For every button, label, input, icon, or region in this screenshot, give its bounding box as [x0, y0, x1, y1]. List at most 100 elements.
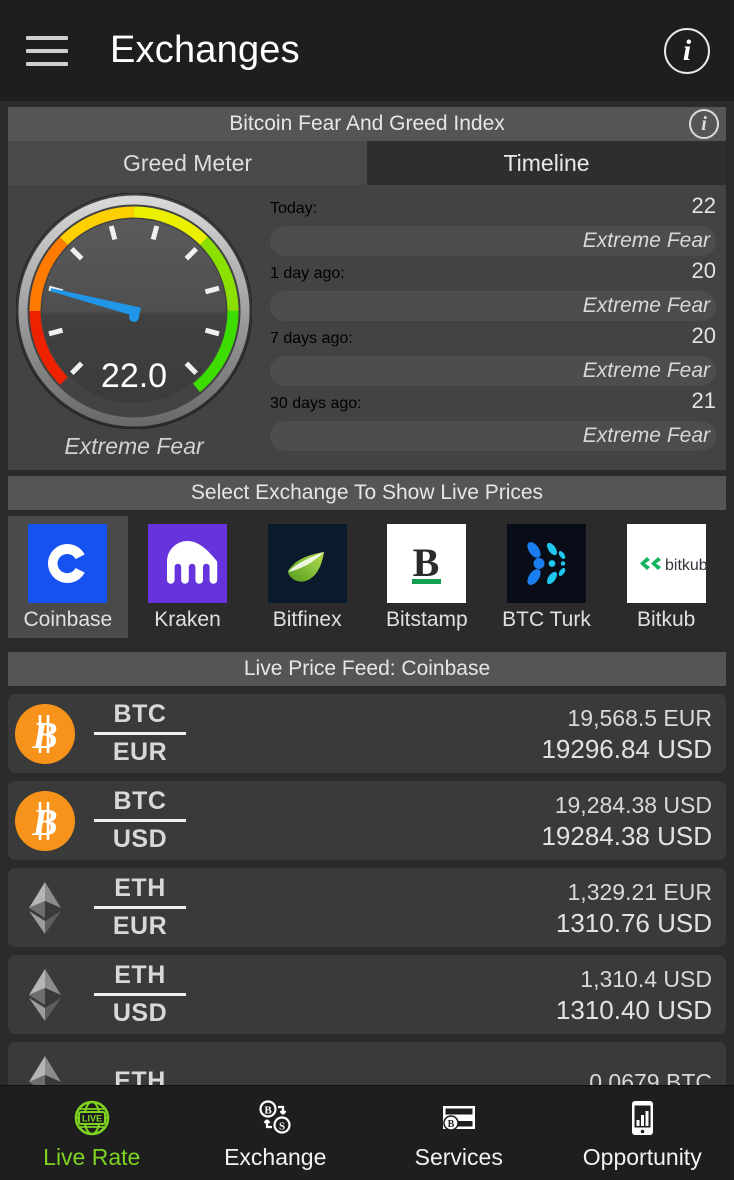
timeline-entry: 1 day ago: 20 Extreme Fear [270, 258, 716, 321]
trading-pair: BTC USD [94, 787, 186, 854]
exchange-name: Bitfinex [272, 608, 342, 631]
app-root: Exchanges i Bitcoin Fear And Greed Index… [0, 0, 734, 1180]
trading-pair: ETH EUR [94, 874, 186, 941]
page-title: Exchanges [110, 29, 300, 71]
timeline-classification: Extreme Fear [270, 291, 716, 321]
exchange-item-coinbase[interactable]: Coinbase [8, 516, 128, 638]
price-values: 19,284.38 USD 19284.38 USD [541, 790, 712, 852]
info-icon[interactable]: i [664, 27, 710, 74]
fear-greed-title: Bitcoin Fear And Greed Index [229, 112, 505, 135]
bitfinex-logo [267, 524, 347, 603]
price-feed-header: Live Price Feed: Coinbase [8, 652, 726, 686]
timeline-entry: 7 days ago: 20 Extreme Fear [270, 323, 716, 386]
price-primary: 19,568.5 EUR [567, 704, 712, 731]
price-secondary: 19284.38 USD [541, 820, 712, 851]
timeline-label: 30 days ago: [270, 395, 362, 412]
bitcoin-icon: B [14, 703, 76, 765]
timeline-classification: Extreme Fear [270, 226, 716, 256]
pair-base: ETH [114, 874, 166, 902]
pair-divider [94, 819, 186, 822]
coinbase-logo [28, 524, 108, 603]
price-values: 19,568.5 EUR 19296.84 USD [541, 703, 712, 765]
svg-text:S: S [279, 1120, 285, 1132]
timeline-label: Today: [270, 200, 318, 217]
exchange-item-bitfinex[interactable]: Bitfinex [247, 516, 367, 638]
price-feed-title: Live Price Feed: Coinbase [243, 657, 491, 680]
exchange-selector-header: Select Exchange To Show Live Prices [8, 476, 726, 510]
exchange-selector-list: Coinbase Kraken Bitfinex B Bitstamp BTC … [0, 510, 734, 646]
svg-text:bitkub: bitkub [665, 557, 706, 574]
svg-text:B: B [31, 715, 57, 757]
trading-pair: BTC EUR [94, 700, 186, 767]
timeline-value: 20 [691, 323, 716, 348]
pair-base: ETH [114, 1067, 166, 1085]
bottom-navigation: LIVE Live Rate B S Exchange B Services O… [0, 1085, 734, 1180]
coin-swap-icon: B S [253, 1096, 297, 1140]
hamburger-menu-icon[interactable] [26, 35, 68, 66]
fear-greed-info-glyph: i [701, 112, 707, 135]
nav-item-exchange[interactable]: B S Exchange [184, 1096, 368, 1171]
fear-greed-info-icon-wrap[interactable]: i [689, 109, 719, 139]
timeline-entry: 30 days ago: 21 Extreme Fear [270, 388, 716, 451]
timeline-classification: Extreme Fear [270, 421, 716, 451]
tab-timeline[interactable]: Timeline [367, 141, 726, 185]
fear-greed-card: Greed Meter Timeline 22.0 Extreme Fear T… [8, 141, 726, 470]
timeline-value: 21 [691, 388, 716, 413]
phone-chart-icon [620, 1096, 664, 1140]
pair-divider [94, 732, 186, 735]
svg-text:B: B [447, 1119, 454, 1130]
exchange-name: Bitkub [637, 608, 696, 631]
exchange-name: BTC Turk [502, 608, 591, 631]
bitkub-logo: bitkub [626, 524, 706, 603]
pair-divider [94, 993, 186, 996]
nav-label: Live Rate [43, 1143, 141, 1170]
btcturk-logo [507, 524, 587, 603]
timeline-entry: Today: 22 Extreme Fear [270, 193, 716, 256]
tab-greed-meter[interactable]: Greed Meter [8, 141, 367, 185]
pair-base: ETH [114, 961, 166, 989]
price-row[interactable]: ETH USD 1,310.4 USD 1310.40 USD [8, 955, 726, 1034]
exchange-name: Kraken [154, 608, 221, 631]
bitcoin-card-icon: B [437, 1096, 481, 1140]
price-row[interactable]: ETH EUR 1,329.21 EUR 1310.76 USD [8, 868, 726, 947]
price-row[interactable]: ETH 0.0679 BTC [8, 1042, 726, 1085]
fear-greed-header: Bitcoin Fear And Greed Index i [8, 107, 726, 141]
pair-base: BTC [113, 700, 167, 728]
svg-text:B: B [265, 1104, 273, 1116]
timeline-label: 7 days ago: [270, 330, 353, 347]
price-row[interactable]: B BTC EUR 19,568.5 EUR 19296.84 USD [8, 694, 726, 773]
timeline-label: 1 day ago: [270, 265, 345, 282]
exchange-item-bitkub[interactable]: bitkub Bitkub [606, 516, 726, 638]
bitcoin-icon: B [14, 790, 76, 852]
nav-label: Opportunity [582, 1143, 702, 1170]
exchange-item-btcturk[interactable]: BTC Turk [487, 516, 607, 638]
pair-quote: USD [112, 825, 168, 853]
nav-item-services[interactable]: B Services [367, 1096, 551, 1171]
price-row[interactable]: B BTC USD 19,284.38 USD 19284.38 USD [8, 781, 726, 860]
price-primary: 0.0679 BTC [589, 1068, 712, 1086]
ethereum-icon [14, 964, 76, 1026]
bitstamp-logo: B [387, 524, 467, 603]
timeline-value: 22 [691, 193, 716, 218]
pair-quote: EUR [112, 738, 168, 766]
svg-text:B: B [413, 540, 440, 585]
timeline-value: 20 [691, 258, 716, 283]
pair-base: BTC [113, 787, 167, 815]
price-secondary: 19296.84 USD [541, 733, 712, 764]
gauge-caption: Extreme Fear [64, 433, 204, 459]
price-primary: 19,284.38 USD [554, 791, 712, 818]
fear-greed-timeline-list: Today: 22 Extreme Fear 1 day ago: 20 Ext… [260, 185, 726, 470]
timeline-classification: Extreme Fear [270, 356, 716, 386]
kraken-logo [148, 524, 227, 603]
fear-greed-info-icon[interactable]: i [689, 109, 719, 139]
exchange-item-bitstamp[interactable]: B Bitstamp [367, 516, 487, 638]
ethereum-icon [14, 1051, 76, 1085]
exchange-item-kraken[interactable]: Kraken [128, 516, 248, 638]
greed-gauge: 22.0 Extreme Fear [8, 185, 260, 470]
nav-item-live-rate[interactable]: LIVE Live Rate [0, 1096, 184, 1171]
nav-item-opportunity[interactable]: Opportunity [551, 1096, 734, 1171]
exchange-selector-title: Select Exchange To Show Live Prices [190, 481, 544, 504]
scroll-content[interactable]: Bitcoin Fear And Greed Index i Greed Met… [0, 101, 734, 1085]
price-values: 1,329.21 EUR 1310.76 USD [556, 877, 712, 939]
ethereum-icon [14, 877, 76, 939]
